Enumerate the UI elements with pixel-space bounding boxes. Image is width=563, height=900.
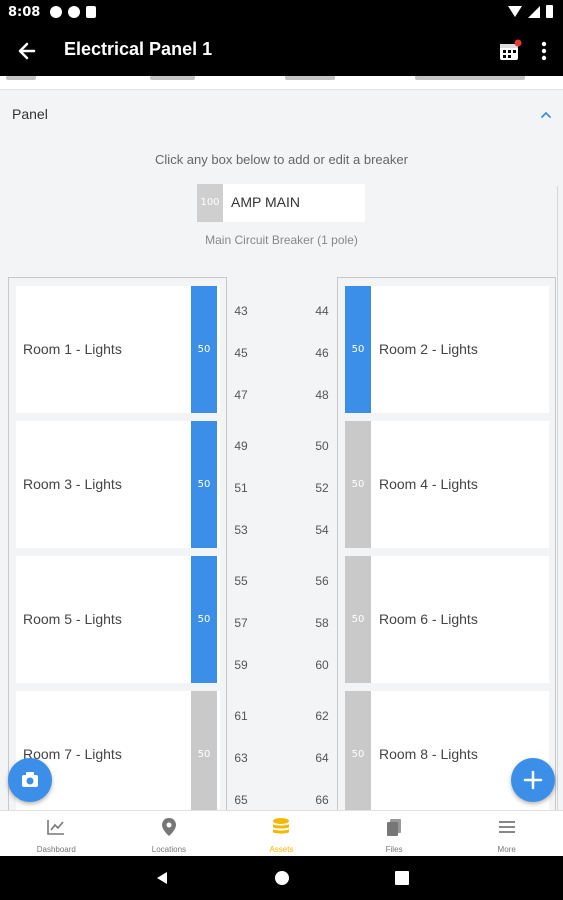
page-title: Electrical Panel 1	[64, 39, 213, 59]
previous-section-strip	[0, 76, 563, 90]
slot-number: 57	[234, 616, 248, 630]
slot-number: 63	[234, 751, 248, 765]
slot-number: 59	[234, 658, 248, 672]
breaker-amps-bar: 50	[345, 556, 371, 683]
notification-icon	[68, 6, 80, 18]
slot-number: 50	[315, 439, 329, 453]
slot-number: 56	[315, 574, 329, 588]
breaker-name: Room 8 - Lights	[379, 746, 478, 762]
status-time: 8:08	[8, 5, 41, 20]
system-back-icon[interactable]	[154, 870, 170, 886]
slot-number: 65	[234, 793, 248, 807]
more-vert-icon[interactable]	[532, 38, 556, 64]
back-arrow-icon[interactable]	[12, 36, 42, 66]
breaker-left[interactable]: Room 1 - Lights 50	[16, 286, 220, 413]
slot-number: 48	[315, 388, 329, 402]
slot-number: 55	[234, 574, 248, 588]
nav-assets[interactable]: Assets	[225, 811, 338, 856]
nav-locations[interactable]: Locations	[113, 811, 226, 856]
system-recents-icon[interactable]	[395, 871, 409, 885]
nav-dashboard[interactable]: Dashboard	[0, 811, 113, 856]
menu-icon	[498, 821, 515, 833]
files-icon	[387, 819, 402, 836]
breaker-name: Room 2 - Lights	[379, 341, 478, 357]
system-navigation-bar	[0, 856, 563, 900]
breaker-left[interactable]: Room 3 - Lights 50	[16, 421, 220, 548]
main-breaker-box[interactable]: 100 AMP MAIN	[197, 184, 365, 222]
slot-number: 46	[315, 346, 329, 360]
signal-icon	[528, 5, 540, 18]
slot-number: 62	[315, 709, 329, 723]
nav-label: Assets	[269, 845, 294, 854]
main-breaker-label: AMP MAIN	[231, 194, 300, 210]
slot-number: 44	[315, 304, 329, 318]
breaker-amps-bar: 50	[191, 556, 217, 683]
nav-label: More	[497, 845, 516, 854]
battery-icon	[546, 5, 553, 18]
breaker-amps-bar: 50	[345, 691, 371, 810]
wifi-icon	[508, 6, 522, 17]
slot-number: 45	[234, 346, 248, 360]
breaker-amps-bar: 50	[191, 286, 217, 413]
breaker-amps-bar: 50	[191, 691, 217, 810]
chevron-up-icon[interactable]	[539, 108, 553, 122]
panel-section-header[interactable]: Panel	[0, 96, 563, 132]
breaker-name: Room 3 - Lights	[23, 476, 122, 492]
notification-icon	[50, 6, 62, 18]
camera-fab[interactable]	[8, 758, 52, 802]
notification-icon	[86, 6, 96, 18]
status-bar: 8:08	[0, 0, 563, 26]
slot-number: 58	[315, 616, 329, 630]
breaker-left[interactable]: Room 5 - Lights 50	[16, 556, 220, 683]
system-status-icons	[508, 5, 553, 18]
app-bar: Electrical Panel 1	[0, 26, 563, 76]
system-home-icon[interactable]	[275, 871, 289, 885]
slot-number: 43	[234, 304, 248, 318]
camera-icon	[22, 772, 38, 787]
calendar-icon[interactable]	[497, 38, 523, 64]
add-fab[interactable]	[511, 758, 555, 802]
slot-number: 61	[234, 709, 248, 723]
nav-files[interactable]: Files	[338, 811, 451, 856]
main-breaker-subtitle: Main Circuit Breaker (1 pole)	[205, 233, 358, 247]
breaker-amps-bar: 50	[345, 286, 371, 413]
plus-icon	[523, 770, 543, 790]
main-breaker-amps: 100	[197, 184, 223, 222]
panel-right-edge	[557, 186, 558, 810]
nav-label: Dashboard	[36, 845, 76, 854]
nav-label: Locations	[151, 845, 187, 854]
nav-label: Files	[385, 845, 403, 854]
breaker-right[interactable]: 50 Room 2 - Lights	[345, 286, 549, 413]
breaker-name: Room 5 - Lights	[23, 611, 122, 627]
panel-header-label: Panel	[12, 106, 48, 122]
breaker-amps-bar: 50	[345, 421, 371, 548]
stack-icon	[273, 818, 290, 834]
breaker-name: Room 1 - Lights	[23, 341, 122, 357]
notification-icons	[50, 6, 96, 18]
breaker-name: Room 4 - Lights	[379, 476, 478, 492]
slot-number: 52	[315, 481, 329, 495]
slot-number: 47	[234, 388, 248, 402]
slot-number: 49	[234, 439, 248, 453]
nav-more[interactable]: More	[450, 811, 563, 856]
scroll-content[interactable]: Panel Click any box below to add or edit…	[0, 76, 563, 810]
slot-number: 54	[315, 523, 329, 537]
breaker-right[interactable]: 50 Room 6 - Lights	[345, 556, 549, 683]
screen: 8:08 Electrical Panel 1 Panel Click any …	[0, 0, 563, 900]
slot-number: 60	[315, 658, 329, 672]
breaker-name: Room 6 - Lights	[379, 611, 478, 627]
slot-number: 64	[315, 751, 329, 765]
location-pin-icon	[161, 818, 176, 836]
slot-number: 53	[234, 523, 248, 537]
panel-hint: Click any box below to add or edit a bre…	[155, 152, 408, 167]
bottom-navigation: Dashboard Locations Assets Files More	[0, 810, 563, 856]
breaker-right[interactable]: 50 Room 4 - Lights	[345, 421, 549, 548]
slot-number: 66	[315, 793, 329, 807]
breaker-amps-bar: 50	[191, 421, 217, 548]
chart-icon	[47, 820, 65, 835]
slot-number: 51	[234, 481, 248, 495]
